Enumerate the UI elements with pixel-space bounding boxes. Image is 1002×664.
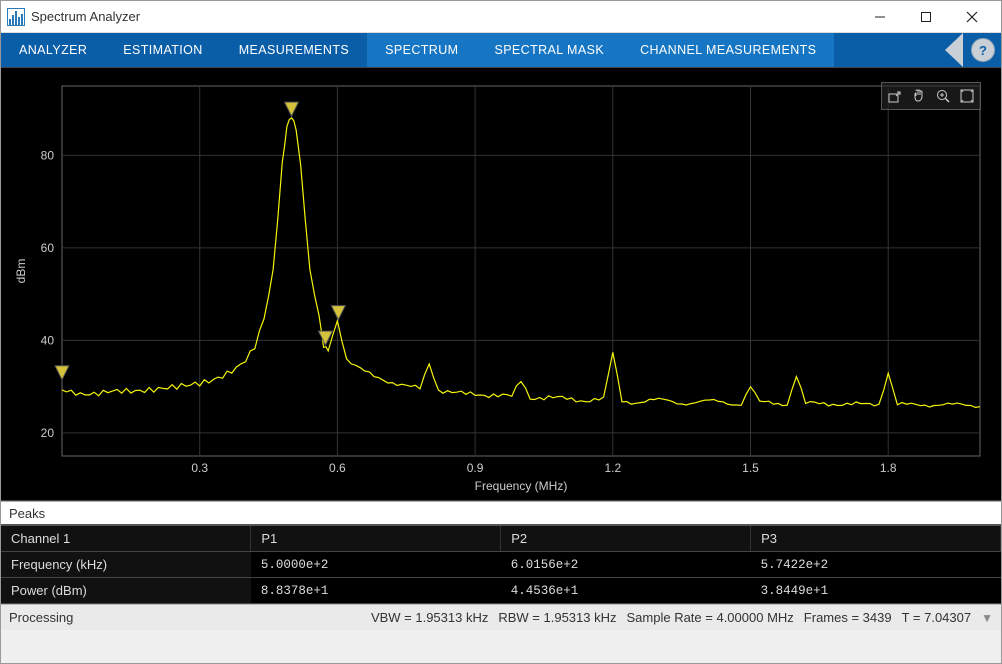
status-sample-rate: Sample Rate = 4.00000 MHz (627, 610, 794, 625)
svg-text:20: 20 (41, 426, 55, 440)
peaks-col-p1: P1 (251, 526, 501, 552)
status-vbw: VBW = 1.95313 kHz (371, 610, 488, 625)
export-icon[interactable] (884, 85, 906, 107)
status-frames: Frames = 3439 (804, 610, 892, 625)
titlebar: Spectrum Analyzer (1, 1, 1001, 33)
status-left: Processing (9, 610, 73, 625)
statusbar-expand-icon[interactable]: ▼ (981, 611, 993, 625)
zoom-icon[interactable] (932, 85, 954, 107)
svg-text:80: 80 (41, 148, 55, 162)
svg-text:0.9: 0.9 (467, 461, 484, 475)
pan-icon[interactable] (908, 85, 930, 107)
peaks-row: Frequency (kHz)5.0000e+26.0156e+25.7422e… (1, 552, 1001, 578)
svg-text:1.2: 1.2 (604, 461, 621, 475)
status-time: T = 7.04307 (902, 610, 972, 625)
peaks-value: 8.8378e+1 (251, 578, 501, 604)
tab-channel-measurements[interactable]: CHANNEL MEASUREMENTS (622, 33, 834, 67)
svg-text:0.6: 0.6 (329, 461, 346, 475)
svg-text:Frequency (MHz): Frequency (MHz) (475, 479, 568, 493)
statusbar: Processing VBW = 1.95313 kHz RBW = 1.953… (1, 604, 1001, 630)
svg-text:60: 60 (41, 241, 55, 255)
peaks-header: Peaks (1, 502, 1001, 526)
toolstrip-collapse-icon[interactable] (945, 33, 963, 67)
peaks-value: 5.0000e+2 (251, 552, 501, 578)
help-button[interactable]: ? (971, 38, 995, 62)
peaks-col-p2: P2 (501, 526, 751, 552)
peaks-value: 5.7422e+2 (751, 552, 1001, 578)
tab-estimation[interactable]: ESTIMATION (105, 33, 220, 67)
peaks-channel-label: Channel 1 (1, 526, 251, 552)
minimize-button[interactable] (857, 1, 903, 33)
peaks-panel: Peaks Channel 1 P1 P2 P3 Frequency (kHz)… (1, 501, 1001, 604)
tab-measurements[interactable]: MEASUREMENTS (221, 33, 367, 67)
autoscale-icon[interactable] (956, 85, 978, 107)
peaks-row-label: Power (dBm) (1, 578, 251, 604)
peaks-value: 4.4536e+1 (501, 578, 751, 604)
tab-spectrum[interactable]: SPECTRUM (367, 33, 476, 67)
svg-text:1.5: 1.5 (742, 461, 759, 475)
spectrum-chart[interactable]: 0.3 0.6 0.9 1.2 1.5 1.8 20 40 60 80 Frequency (MHz… (1, 67, 1001, 501)
toolstrip: ANALYZER ESTIMATION MEASUREMENTS SPECTRU… (1, 33, 1001, 67)
peaks-value: 6.0156e+2 (501, 552, 751, 578)
peaks-header-row: Channel 1 P1 P2 P3 (1, 526, 1001, 552)
svg-text:0.3: 0.3 (191, 461, 208, 475)
maximize-button[interactable] (903, 1, 949, 33)
tab-spectral-mask[interactable]: SPECTRAL MASK (476, 33, 622, 67)
tab-analyzer[interactable]: ANALYZER (1, 33, 105, 67)
status-rbw: RBW = 1.95313 kHz (498, 610, 616, 625)
plot-toolbar (881, 82, 981, 110)
close-button[interactable] (949, 1, 995, 33)
peaks-col-p3: P3 (751, 526, 1001, 552)
svg-text:1.8: 1.8 (880, 461, 897, 475)
peaks-table: Channel 1 P1 P2 P3 Frequency (kHz)5.0000… (1, 526, 1001, 604)
svg-text:40: 40 (41, 333, 55, 347)
svg-text:dBm: dBm (14, 259, 28, 284)
peaks-row-label: Frequency (kHz) (1, 552, 251, 578)
peaks-row: Power (dBm)8.8378e+14.4536e+13.8449e+1 (1, 578, 1001, 604)
app-icon (7, 8, 25, 26)
peaks-value: 3.8449e+1 (751, 578, 1001, 604)
window-title: Spectrum Analyzer (31, 9, 140, 24)
